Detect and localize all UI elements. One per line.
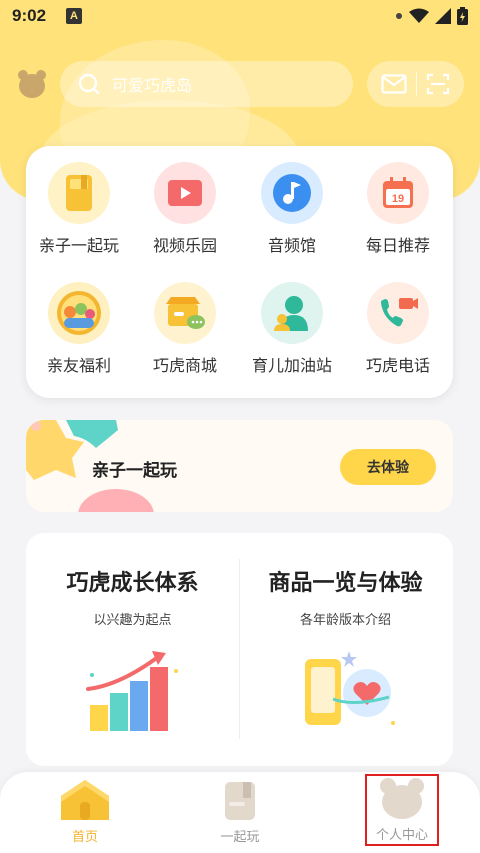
parent-icon — [274, 296, 308, 331]
growth-system-subtitle: 以兴趣为起点 — [93, 612, 172, 627]
grid-item-parenting-station[interactable]: 育儿加油站 — [239, 282, 345, 376]
tab-label: 首页 — [71, 829, 98, 844]
grid-icon-circle — [261, 282, 323, 344]
video-play-icon — [168, 180, 202, 206]
tab-home[interactable]: 首页 — [30, 778, 140, 848]
grid-icon-circle — [367, 282, 429, 344]
growth-system-card[interactable]: 巧虎成长体系 以兴趣为起点 — [26, 533, 239, 766]
feature-grid: 亲子一起玩 视频乐园 音频馆 19 每日推荐 亲友福利 巧虎商城 育儿加油站 巧… — [26, 146, 453, 398]
bottom-tab-bar: 首页 一起玩 个人中心 — [0, 772, 480, 853]
grid-item-audio-hall[interactable]: 音频馆 — [239, 162, 345, 256]
product-overview-title: 商品一览与体验 — [268, 570, 423, 595]
phone-heart-icon — [305, 651, 395, 725]
scan-icon[interactable] — [426, 73, 450, 95]
grid-item-label: 每日推荐 — [365, 238, 430, 255]
svg-text:19: 19 — [392, 193, 404, 205]
tab-label: 个人中心 — [375, 827, 428, 842]
grid-icon-circle — [48, 162, 110, 224]
growth-system-title: 巧虎成长体系 — [66, 570, 199, 595]
play-book-icon — [225, 782, 255, 820]
grid-icon-circle — [154, 162, 216, 224]
book-icon — [66, 175, 92, 211]
settings-dot-icon — [396, 13, 402, 19]
grid-item-parent-child-play[interactable]: 亲子一起玩 — [26, 162, 132, 256]
grid-item-label: 亲友福利 — [46, 358, 111, 375]
music-note-icon — [273, 174, 311, 212]
search-bar[interactable]: 可爱巧虎岛 — [60, 61, 353, 107]
grid-item-daily-picks[interactable]: 19 每日推荐 — [345, 162, 451, 256]
grid-icon-circle — [48, 282, 110, 344]
tab-profile[interactable]: 个人中心 — [365, 774, 439, 846]
bear-profile-icon — [380, 778, 424, 819]
growth-bar-chart-icon — [86, 651, 178, 731]
search-placeholder: 可爱巧虎岛 — [112, 78, 193, 95]
tab-label: 一起玩 — [220, 829, 260, 844]
bear-logo-icon[interactable] — [16, 68, 48, 100]
try-it-button[interactable]: 去体验 — [340, 449, 436, 485]
shop-icon — [166, 297, 205, 329]
status-time: 9:02 — [12, 6, 47, 25]
banner-title: 亲子一起玩 — [92, 461, 177, 480]
grid-item-label: 育儿加油站 — [251, 358, 332, 375]
grid-item-family-benefits[interactable]: 亲友福利 — [26, 282, 132, 376]
family-photo-icon — [57, 291, 101, 335]
grid-item-label: 视频乐园 — [152, 238, 217, 255]
grid-item-label: 巧虎商城 — [152, 358, 217, 375]
tab-play-together[interactable]: 一起玩 — [185, 778, 295, 848]
video-call-icon — [381, 298, 418, 327]
grid-icon-circle — [154, 282, 216, 344]
product-overview-subtitle: 各年龄版本介绍 — [299, 612, 391, 627]
calendar-icon: 19 — [383, 177, 413, 208]
grid-item-label: 亲子一起玩 — [38, 238, 119, 255]
banner-parent-child-play[interactable]: 亲子一起玩 去体验 — [26, 420, 453, 512]
grid-icon-circle: 19 — [367, 162, 429, 224]
search-icon — [78, 73, 100, 95]
battery-icon — [457, 7, 468, 25]
grid-icon-circle — [261, 162, 323, 224]
notification-badge: A — [66, 8, 83, 24]
status-bar: 9:02 A — [0, 0, 480, 32]
feature-card: 巧虎成长体系 以兴趣为起点 商品一览与体验 各年龄版本介绍 — [26, 533, 453, 766]
grid-item-label: 巧虎电话 — [365, 358, 430, 375]
action-divider — [415, 72, 417, 96]
grid-item-label: 音频馆 — [267, 238, 316, 255]
home-icon — [61, 780, 109, 820]
wifi-icon — [409, 8, 429, 23]
product-overview-card[interactable]: 商品一览与体验 各年龄版本介绍 — [239, 533, 452, 766]
header-actions — [367, 61, 464, 107]
grid-item-qiaohu-mall[interactable]: 巧虎商城 — [132, 282, 238, 376]
grid-item-video-park[interactable]: 视频乐园 — [132, 162, 238, 256]
mail-icon[interactable] — [381, 74, 407, 94]
grid-item-qiaohu-phone[interactable]: 巧虎电话 — [345, 282, 451, 376]
signal-icon — [435, 8, 451, 24]
